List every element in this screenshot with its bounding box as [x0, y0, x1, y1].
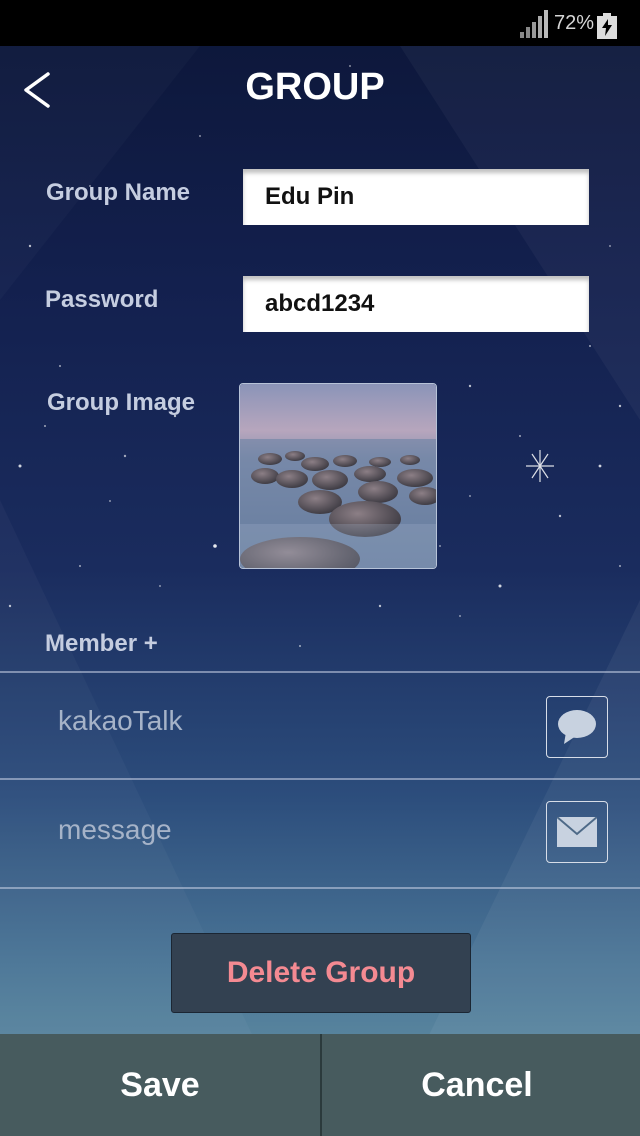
- group-screen: 72% GROUP Group Name Password Group Imag…: [0, 0, 640, 1136]
- message-label: message: [58, 814, 172, 845]
- message-button[interactable]: [546, 801, 608, 863]
- speech-bubble-icon: [558, 710, 596, 744]
- group-name-label: Group Name: [46, 179, 191, 206]
- password-label: Password: [45, 286, 159, 313]
- add-member-label[interactable]: Member +: [45, 630, 158, 658]
- group-image-label: Group Image: [47, 389, 196, 416]
- battery-percentage: 72%: [554, 12, 595, 34]
- battery-charging-icon: [597, 13, 617, 39]
- group-image-photo: [240, 384, 436, 568]
- kakaotalk-button[interactable]: [546, 696, 608, 758]
- group-image-thumbnail[interactable]: [239, 383, 437, 569]
- cancel-button[interactable]: Cancel: [322, 1034, 632, 1136]
- status-bar: 72%: [0, 0, 640, 46]
- envelope-icon: [557, 817, 597, 847]
- password-input[interactable]: [243, 276, 589, 332]
- divider: [0, 887, 640, 889]
- page-title: GROUP: [245, 66, 385, 108]
- star-field: [8, 65, 622, 647]
- bottom-action-bar: Save Cancel: [0, 1034, 640, 1136]
- group-name-input[interactable]: [243, 169, 589, 225]
- member-option-message[interactable]: message: [0, 780, 640, 886]
- save-button[interactable]: Save: [0, 1034, 320, 1136]
- kakaotalk-label: kakaoTalk: [58, 705, 183, 736]
- signal-bars-icon: [520, 10, 548, 38]
- delete-group-button[interactable]: Delete Group: [171, 933, 471, 1013]
- member-option-kakaotalk[interactable]: kakaoTalk: [0, 673, 640, 779]
